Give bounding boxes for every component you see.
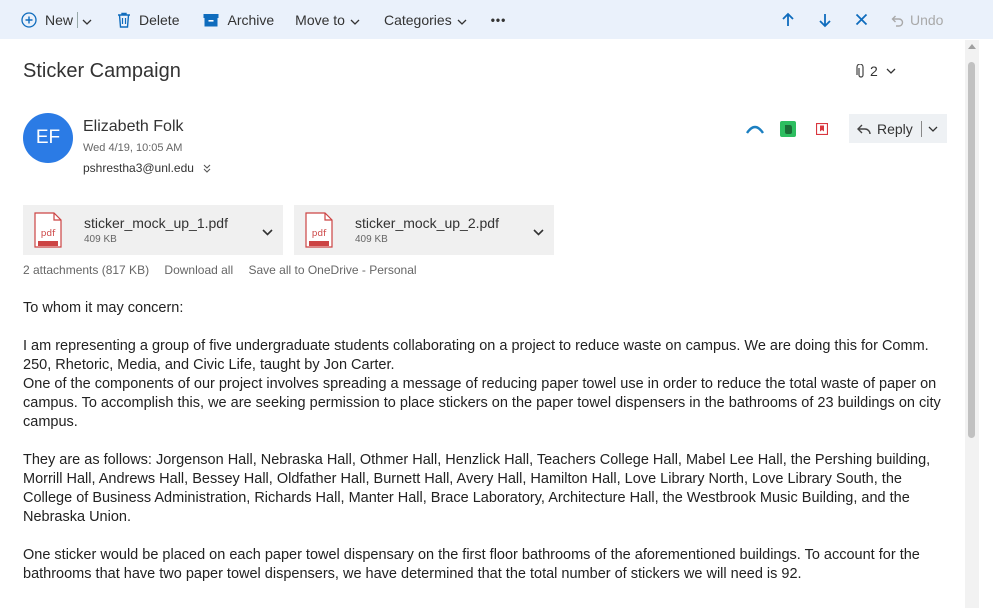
body-paragraph: They are as follows: Jorgenson Hall, Neb…: [23, 452, 931, 525]
addin-icons: [746, 118, 828, 140]
message-nav-icons: Undo: [781, 0, 943, 39]
message-body: To whom it may concern: I am representin…: [23, 299, 948, 603]
reply-arrow-icon: [857, 123, 871, 135]
attachment-count-button[interactable]: 2: [856, 63, 896, 79]
chevron-down-icon[interactable]: [262, 223, 273, 241]
message-date: Wed 4/19, 10:05 AM: [83, 142, 183, 154]
sender-name[interactable]: Elizabeth Folk: [83, 118, 184, 136]
delete-label: Delete: [139, 11, 180, 28]
attachment-name: sticker_mock_up_2.pdf: [355, 215, 499, 231]
attachment-actions: 2 attachments (817 KB) Download all Save…: [23, 263, 429, 277]
paperclip-icon: [856, 63, 866, 79]
chevron-down-icon: [886, 68, 896, 74]
pdf-file-icon: pdf: [304, 212, 334, 253]
more-actions-button[interactable]: •••: [491, 0, 507, 39]
chevron-down-icon: [350, 12, 360, 28]
download-all-link[interactable]: Download all: [164, 263, 233, 277]
delete-button[interactable]: Delete: [117, 0, 179, 39]
attachment-size: 409 KB: [355, 234, 388, 245]
archive-button[interactable]: Archive: [203, 0, 274, 39]
svg-text:pdf: pdf: [41, 229, 56, 239]
arrow-down-icon[interactable]: [818, 12, 832, 28]
reply-label: Reply: [877, 120, 913, 137]
reply-split-divider: [920, 120, 922, 137]
categories-button[interactable]: Categories: [384, 0, 467, 39]
move-to-button[interactable]: Move to: [295, 0, 360, 39]
undo-button[interactable]: Undo: [890, 0, 943, 39]
archive-label: Archive: [227, 11, 275, 28]
arc-addin-icon[interactable]: [746, 123, 764, 135]
bookmark-addin-icon[interactable]: [816, 123, 828, 135]
close-icon[interactable]: [855, 13, 868, 26]
sender-avatar[interactable]: EF: [23, 113, 73, 163]
attachments-summary: 2 attachments (817 KB): [23, 263, 150, 277]
reading-pane-scrollbar[interactable]: [965, 40, 979, 608]
categories-label: Categories: [383, 11, 452, 28]
new-button[interactable]: New: [21, 0, 92, 39]
attachment-card[interactable]: pdf sticker_mock_up_2.pdf 409 KB: [294, 205, 554, 255]
recipient-email-text: pshrestha3@unl.edu: [83, 161, 194, 175]
arrow-up-icon[interactable]: [781, 12, 795, 28]
new-split-divider: [77, 11, 79, 28]
pdf-file-icon: pdf: [33, 212, 63, 253]
message-subject: Sticker Campaign: [23, 60, 181, 82]
recipient-email[interactable]: pshrestha3@unl.edu: [83, 161, 211, 175]
new-label: New: [45, 11, 74, 28]
scroll-up-arrow-icon[interactable]: [968, 44, 976, 49]
body-paragraph: One sticker would be placed on each pape…: [23, 547, 920, 582]
chevron-down-icon[interactable]: [533, 223, 544, 241]
attachment-card[interactable]: pdf sticker_mock_up_1.pdf 409 KB: [23, 205, 283, 255]
body-paragraph: One of the components of our project inv…: [23, 376, 941, 430]
archive-icon: [203, 13, 219, 27]
body-paragraph: I am representing a group of five underg…: [23, 338, 929, 373]
double-chevron-down-icon[interactable]: [203, 164, 211, 173]
more-actions-label: •••: [490, 12, 507, 27]
attachment-count: 2: [870, 63, 878, 79]
reply-button[interactable]: Reply: [849, 114, 947, 143]
evernote-icon[interactable]: [780, 121, 796, 137]
scrollbar-thumb[interactable]: [968, 62, 975, 438]
body-paragraph: To whom it may concern:: [23, 300, 184, 316]
reply-dropdown-chevron-icon[interactable]: [928, 126, 938, 132]
chevron-down-icon: [457, 12, 467, 28]
save-to-onedrive-link[interactable]: Save all to OneDrive - Personal: [248, 263, 416, 277]
plus-circle-icon: [21, 11, 37, 28]
undo-icon: [890, 13, 904, 27]
svg-text:pdf: pdf: [312, 229, 327, 239]
trash-icon: [117, 12, 131, 28]
attachment-size: 409 KB: [84, 234, 117, 245]
undo-label: Undo: [910, 11, 944, 28]
attachment-name: sticker_mock_up_1.pdf: [84, 215, 228, 231]
move-to-label: Move to: [295, 11, 345, 28]
new-dropdown-chevron-icon[interactable]: [82, 12, 92, 28]
